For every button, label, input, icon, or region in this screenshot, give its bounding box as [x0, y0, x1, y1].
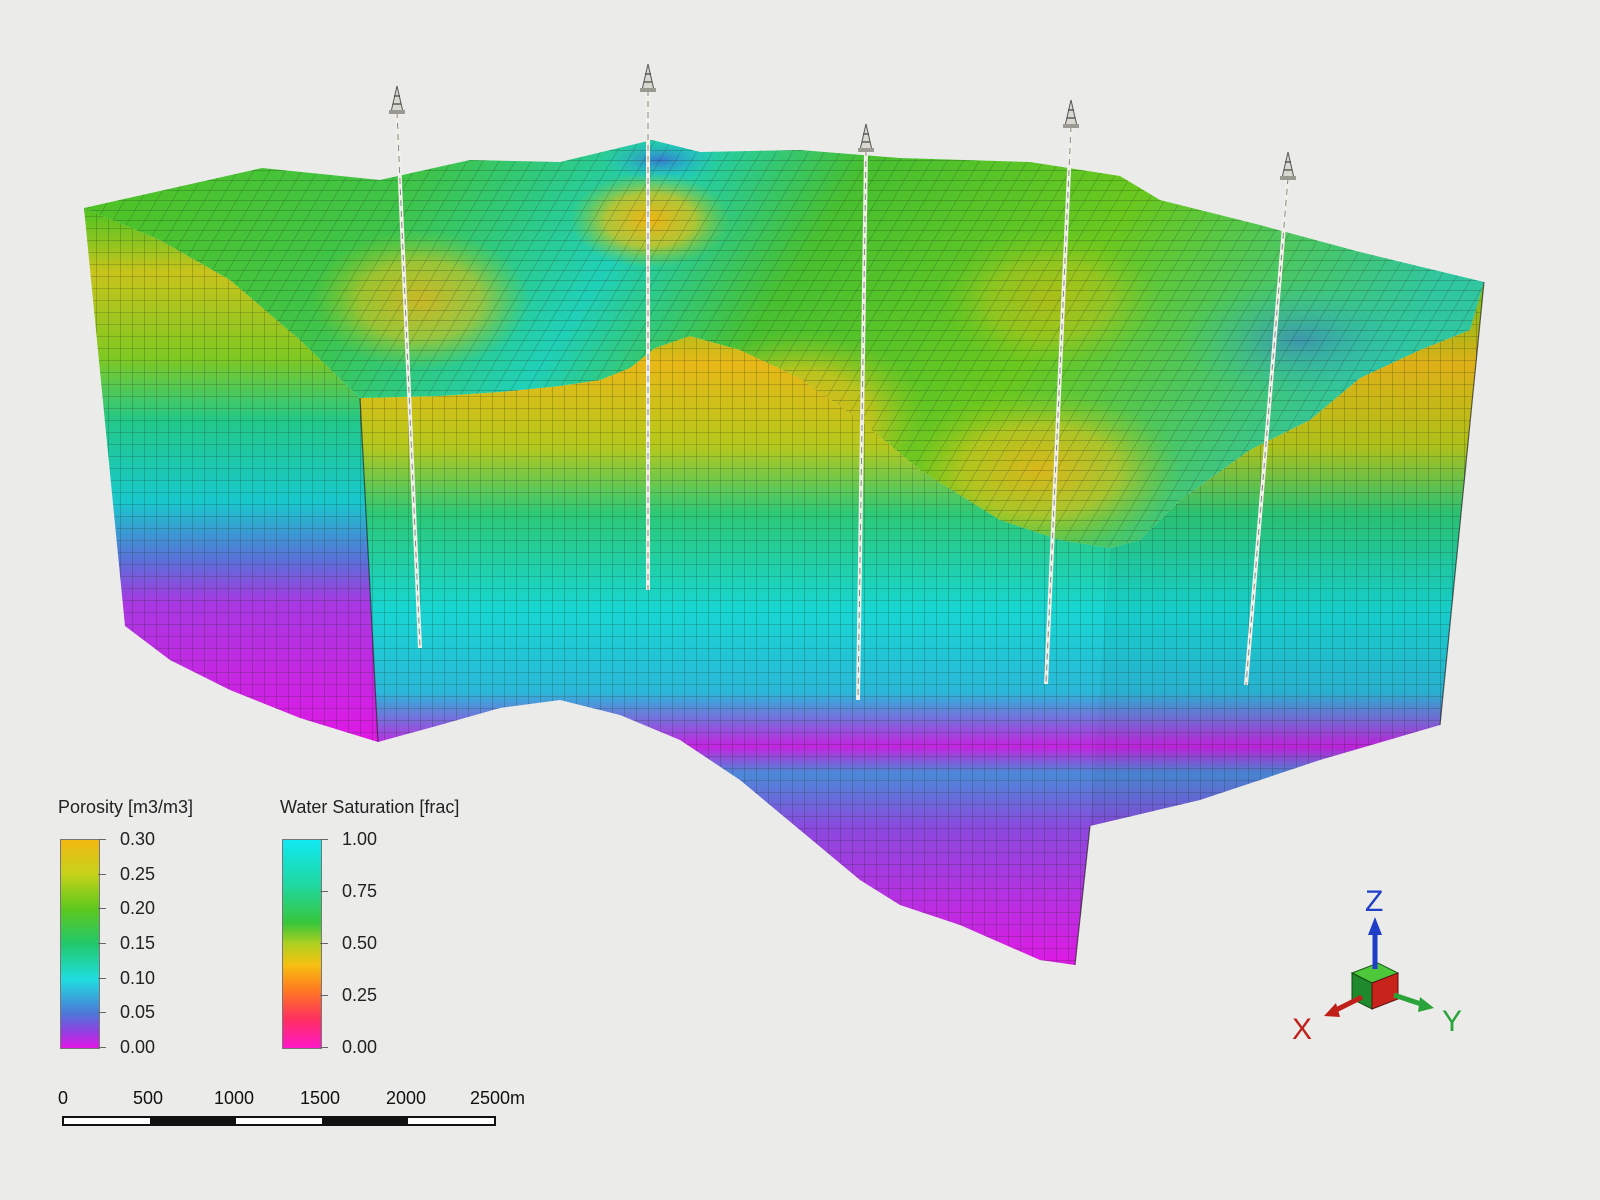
scale-bar-label: 2000 [385, 1088, 427, 1108]
water-saturation-tick [320, 1047, 328, 1048]
scale-bar-label: 500 [132, 1088, 164, 1108]
porosity-tick-label: 0.05 [120, 1002, 156, 1023]
axis-x-label: X [1292, 1013, 1313, 1046]
water-saturation-tick-label: 0.25 [342, 985, 378, 1005]
scale-bar-segment [408, 1118, 494, 1124]
water-saturation-tick-label: 0.00 [342, 1037, 378, 1057]
derrick-icon [858, 123, 874, 152]
porosity-tick [98, 943, 106, 944]
water-saturation-legend: Water Saturation [frac] 1.00 0.75 0.50 0.25… [280, 797, 520, 1067]
porosity-legend-title: Porosity [m3/m3] [58, 797, 194, 817]
porosity-tick-label: 0.00 [120, 1037, 156, 1057]
porosity-tick [98, 1047, 106, 1048]
porosity-tick-label: 0.25 [120, 863, 156, 884]
porosity-tick [98, 873, 106, 875]
water-saturation-legend-title: Water Saturation [frac] [280, 797, 460, 817]
porosity-legend: Porosity [m3/m3] 0.30 0.25 0.20 0.15 0.10 0.0… [58, 797, 258, 1067]
porosity-tick-label: 0.30 [120, 829, 156, 849]
water-saturation-tick-label: 0.50 [342, 933, 378, 953]
derrick-icon [1280, 151, 1296, 180]
porosity-tick [98, 839, 106, 840]
axis-z-label: Z [1365, 885, 1384, 918]
scale-bar-segment [64, 1118, 150, 1124]
porosity-tick [98, 1012, 106, 1014]
scale-bar-label: 0 [58, 1088, 69, 1108]
scale-bar-segment [236, 1118, 322, 1124]
orientation-axes[interactable]: Z X Y [1292, 885, 1500, 1055]
water-saturation-tick [320, 995, 328, 996]
scale-bar: 0 500 1000 1500 2000 2500m [58, 1088, 540, 1148]
derrick-icon [1063, 99, 1079, 128]
scale-bar-label: 1500 [299, 1088, 341, 1108]
porosity-tick-label: 0.20 [120, 898, 156, 919]
water-saturation-tick [320, 943, 328, 944]
axis-y-label: Y [1442, 1005, 1463, 1038]
water-saturation-tick [320, 891, 328, 892]
scale-bar-label: 2500m [470, 1088, 526, 1108]
porosity-tick [98, 977, 106, 979]
scale-bar-segment [322, 1118, 408, 1124]
water-saturation-tick-label: 1.00 [342, 829, 378, 849]
porosity-tick-label: 0.10 [120, 967, 156, 988]
scale-bar-label: 1000 [213, 1088, 255, 1108]
derrick-icon [389, 85, 405, 114]
scale-bar-track [62, 1116, 496, 1126]
scale-bar-segment [150, 1118, 236, 1124]
axes-gizmo [1324, 917, 1434, 1017]
porosity-tick-label: 0.15 [120, 933, 156, 953]
derrick-icon [640, 63, 656, 92]
water-saturation-colorbar [282, 839, 322, 1049]
porosity-tick [98, 908, 106, 910]
water-saturation-tick [320, 839, 328, 840]
water-saturation-tick-label: 0.75 [342, 881, 378, 901]
porosity-colorbar [60, 839, 100, 1049]
